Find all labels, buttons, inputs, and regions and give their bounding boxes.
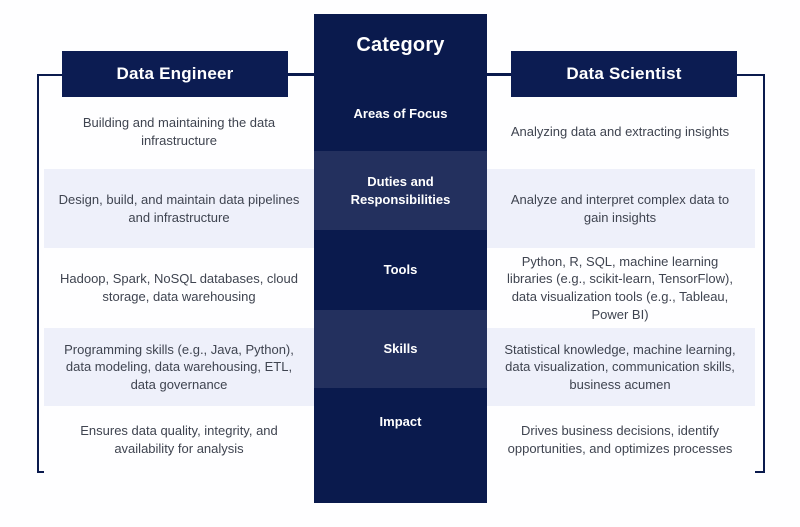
left-header-label: Data Engineer xyxy=(116,64,234,83)
center-category-cells: Areas of Focus Duties and Responsibilitie… xyxy=(314,77,487,455)
left-header-pill: Data Engineer xyxy=(62,51,288,97)
right-column-cells: Analyzing data and extracting insights An… xyxy=(485,95,755,473)
left-cell: Building and maintaining the data infras… xyxy=(44,95,314,169)
category-cell: Areas of Focus xyxy=(353,106,448,122)
right-cell: Python, R, SQL, machine learning librari… xyxy=(485,248,755,328)
comparison-infographic: Building and maintaining the data infras… xyxy=(0,0,800,527)
left-cell: Design, build, and maintain data pipelin… xyxy=(44,169,314,248)
connector-line-right xyxy=(486,73,513,75)
right-cell: Analyzing data and extracting insights xyxy=(485,95,755,169)
left-cell: Programming skills (e.g., Java, Python),… xyxy=(44,328,314,406)
category-cell: Impact xyxy=(379,413,422,429)
left-column-cells: Building and maintaining the data infras… xyxy=(44,95,314,473)
left-cell: Hadoop, Spark, NoSQL databases, cloud st… xyxy=(44,248,314,328)
left-cell: Ensures data quality, integrity, and ava… xyxy=(44,406,314,473)
right-header-label: Data Scientist xyxy=(566,64,682,83)
connector-line-left xyxy=(288,73,315,75)
right-header-pill: Data Scientist xyxy=(511,51,737,97)
center-category-column: Category Areas of Focus Duties and Respon… xyxy=(314,14,487,503)
category-cell: Tools xyxy=(383,262,418,278)
right-cell: Analyze and interpret complex data to ga… xyxy=(485,169,755,248)
right-cell: Drives business decisions, identify oppo… xyxy=(485,406,755,473)
category-cell: Duties and Responsibilities xyxy=(314,151,487,230)
center-header-title: Category xyxy=(356,34,445,56)
category-cell: Skills xyxy=(314,310,487,388)
right-cell: Statistical knowledge, machine learning,… xyxy=(485,328,755,406)
